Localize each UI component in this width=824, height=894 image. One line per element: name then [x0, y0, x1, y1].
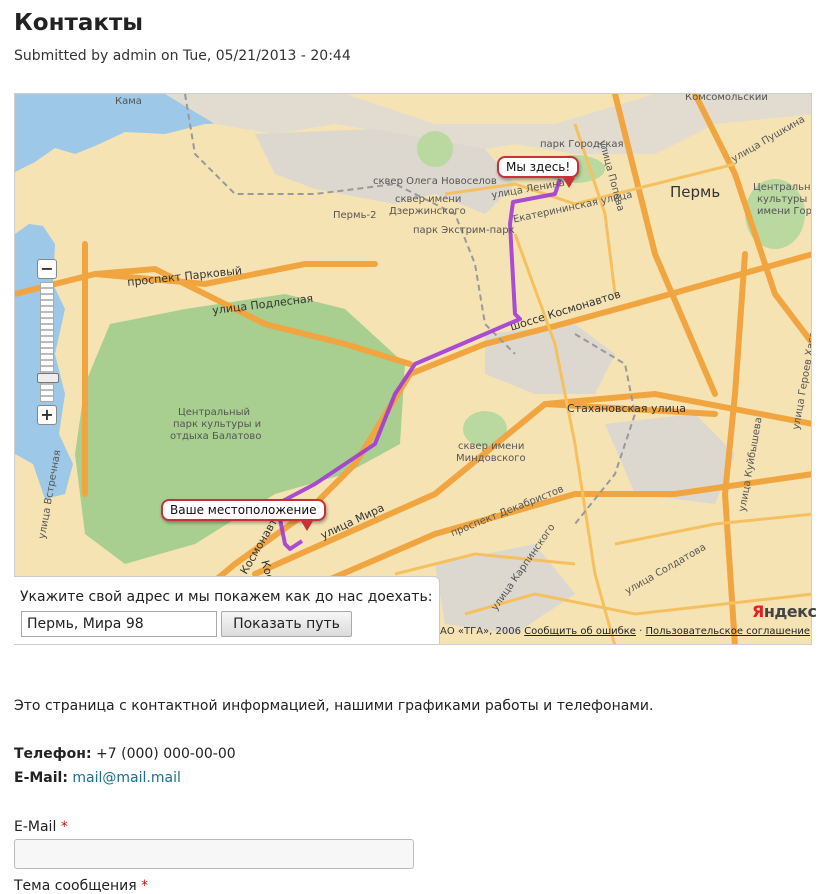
email-label: E-Mail:: [14, 770, 68, 786]
route-prompt: Укажите свой адрес и мы покажем как до н…: [20, 589, 433, 605]
phone-line: Телефон: +7 (000) 000-00-00: [14, 746, 236, 762]
origin-marker[interactable]: Ваше местоположение: [161, 499, 326, 521]
label-skver-novoselov-2: сквер имени: [395, 194, 462, 205]
user-agreement-link[interactable]: Пользовательское соглашение: [646, 626, 811, 637]
yandex-logo[interactable]: Яндекс: [752, 602, 817, 621]
address-input[interactable]: [21, 611, 217, 637]
intro-text: Это страница с контактной информацией, н…: [14, 698, 654, 714]
zoom-control[interactable]: − +: [37, 259, 59, 425]
label-park-2: парк культуры и: [173, 419, 262, 430]
phone-value: +7 (000) 000-00-00: [96, 746, 236, 762]
label-kama: Кама: [115, 96, 142, 107]
label-skver-mindovskogo-2: Миндовского: [456, 453, 526, 464]
page-title: Контакты: [14, 10, 144, 36]
map-copyright: АО «ТГА», 2006 Сообщить об ошибке · Поль…: [440, 626, 812, 645]
label-park-tsentralny-2: культуры и: [757, 194, 812, 205]
label-perm: Пермь: [670, 183, 721, 201]
zoom-in-button[interactable]: +: [37, 405, 57, 425]
required-marker-2: *: [141, 878, 149, 894]
required-marker: *: [60, 819, 68, 835]
destination-marker[interactable]: Мы здесь!: [497, 156, 580, 178]
origin-marker-pointer: [301, 521, 313, 531]
zoom-slider[interactable]: [37, 282, 59, 402]
label-komsomolsky: Комсомольский: [685, 93, 768, 103]
email-line: E-Mail: mail@mail.mail: [14, 770, 181, 786]
destination-marker-pointer: [563, 178, 575, 188]
phone-label: Телефон:: [14, 746, 92, 762]
label-perm2: Пермь-2: [333, 210, 377, 221]
label-skver-mindovskogo-1: сквер имени: [458, 441, 525, 452]
label-park-gorodskaya: парк Городская: [540, 139, 624, 150]
label-park-1: Центральный: [178, 407, 250, 418]
email-field-label: E-Mail *: [14, 819, 68, 835]
label-skver-novoselov-3: Дзержинского: [389, 206, 466, 217]
email-field[interactable]: [14, 839, 414, 869]
route-panel: Укажите свой адрес и мы покажем как до н…: [14, 576, 440, 645]
label-stakhanovskaya: Стахановская улица: [567, 402, 686, 415]
zoom-out-button[interactable]: −: [37, 259, 57, 279]
label-skver-novoselov-1: сквер Олега Новоселов: [373, 176, 497, 187]
report-error-link[interactable]: Сообщить об ошибке: [524, 626, 636, 637]
label-park-3: отдыха Балатово: [170, 431, 262, 442]
origin-marker-label: Ваше местоположение: [170, 503, 317, 517]
label-park-tsentralny-1: Центральный: [753, 182, 811, 193]
submitted-info: Submitted by admin on Tue, 05/21/2013 - …: [14, 48, 351, 64]
subject-field-label: Тема сообщения *: [14, 878, 149, 894]
show-route-button[interactable]: Показать путь: [221, 611, 352, 637]
label-park-tsentralny-3: имени Горь: [757, 206, 812, 217]
yandex-map[interactable]: Кама Пермь Пермь-2 проспект Парковый ули…: [14, 93, 812, 645]
zoom-slider-handle[interactable]: [37, 373, 59, 383]
copyright-separator: ·: [639, 626, 643, 637]
destination-marker-label: Мы здесь!: [506, 160, 571, 174]
email-link[interactable]: mail@mail.mail: [72, 770, 180, 786]
copyright-prefix: АО «ТГА», 2006: [440, 626, 521, 637]
label-park-ekstrim: парк Экстрим-парк: [413, 225, 515, 236]
